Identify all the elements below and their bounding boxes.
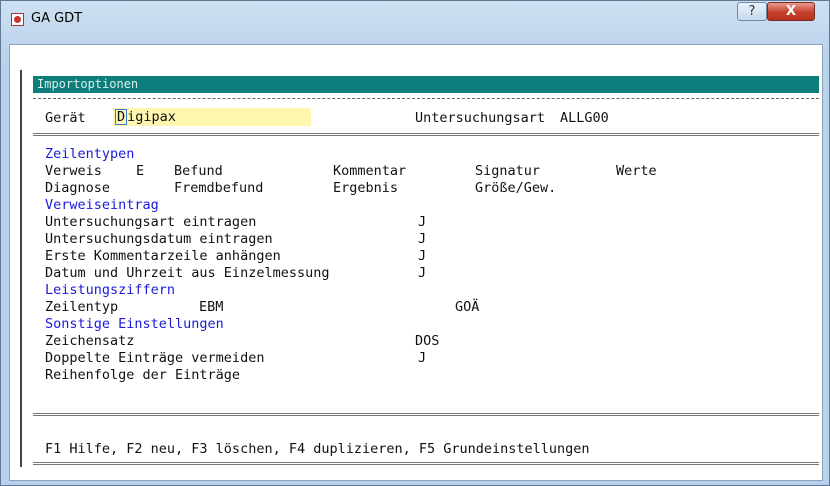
linetype-diagnose[interactable]: Diagnose bbox=[45, 180, 110, 196]
divider bbox=[33, 98, 819, 99]
linetype-kommentar[interactable]: Kommentar bbox=[333, 163, 406, 179]
linetype-fremdbefund[interactable]: Fremdbefund bbox=[174, 180, 263, 196]
charset-value[interactable]: DOS bbox=[415, 333, 439, 349]
section-heading-verweiseintrag: Verweiseintrag bbox=[45, 197, 159, 213]
divider bbox=[33, 413, 819, 416]
option-label: Datum und Uhrzeit aus Einzelmessung bbox=[45, 265, 330, 281]
window-title: GA GDT bbox=[31, 11, 83, 26]
title-bar: GA GDT ? X bbox=[1, 1, 829, 37]
exam-type-value[interactable]: ALLG00 bbox=[560, 110, 609, 126]
app-icon bbox=[11, 13, 24, 26]
exam-type-label: Untersuchungsart bbox=[415, 110, 546, 126]
zeilentyp-label: Zeilentyp bbox=[45, 299, 119, 315]
linetype-groesse-gewicht[interactable]: Größe/Gew. bbox=[475, 180, 556, 196]
order-label[interactable]: Reihenfolge der Einträge bbox=[45, 367, 240, 383]
linetype-befund[interactable]: Befund bbox=[174, 163, 223, 179]
help-button[interactable]: ? bbox=[737, 2, 767, 21]
duplicate-label: Doppelte Einträge vermeiden bbox=[45, 350, 265, 366]
duplicate-value[interactable]: J bbox=[418, 350, 426, 366]
linetype-werte[interactable]: Werte bbox=[616, 163, 657, 179]
option-value[interactable]: J bbox=[418, 248, 426, 264]
linetype-signatur[interactable]: Signatur bbox=[475, 163, 540, 179]
option-value[interactable]: J bbox=[418, 265, 426, 281]
charset-label: Zeichensatz bbox=[45, 333, 135, 349]
linetype-ergebnis[interactable]: Ergebnis bbox=[333, 180, 398, 196]
ebm-value[interactable]: EBM bbox=[199, 299, 223, 315]
linetype-verweis[interactable]: Verweis bbox=[45, 163, 102, 179]
dialog-title-bar: Importoptionen bbox=[33, 76, 819, 93]
divider bbox=[33, 462, 819, 465]
close-button[interactable]: X bbox=[767, 2, 815, 21]
option-label: Untersuchungsart eintragen bbox=[45, 214, 257, 230]
section-heading-leistungsziffern: Leistungsziffern bbox=[45, 282, 176, 298]
device-input[interactable]: Digipax bbox=[113, 108, 311, 126]
function-key-hints: F1 Hilfe, F2 neu, F3 löschen, F4 duplizi… bbox=[45, 441, 590, 457]
goa-value[interactable]: GOÄ bbox=[455, 299, 479, 315]
option-value[interactable]: J bbox=[418, 231, 426, 247]
device-value: igipax bbox=[127, 109, 176, 125]
option-label: Untersuchungsdatum eintragen bbox=[45, 231, 273, 247]
section-heading-zeilentypen: Zeilentypen bbox=[45, 146, 135, 162]
divider bbox=[33, 133, 819, 136]
text-cursor: D bbox=[115, 109, 128, 125]
option-value[interactable]: J bbox=[418, 214, 426, 230]
section-heading-sonstige: Sonstige Einstellungen bbox=[45, 316, 224, 332]
device-label: Gerät bbox=[45, 110, 86, 126]
option-label: Erste Kommentarzeile anhängen bbox=[45, 248, 281, 264]
linetype-verweis-code: E bbox=[136, 163, 145, 179]
